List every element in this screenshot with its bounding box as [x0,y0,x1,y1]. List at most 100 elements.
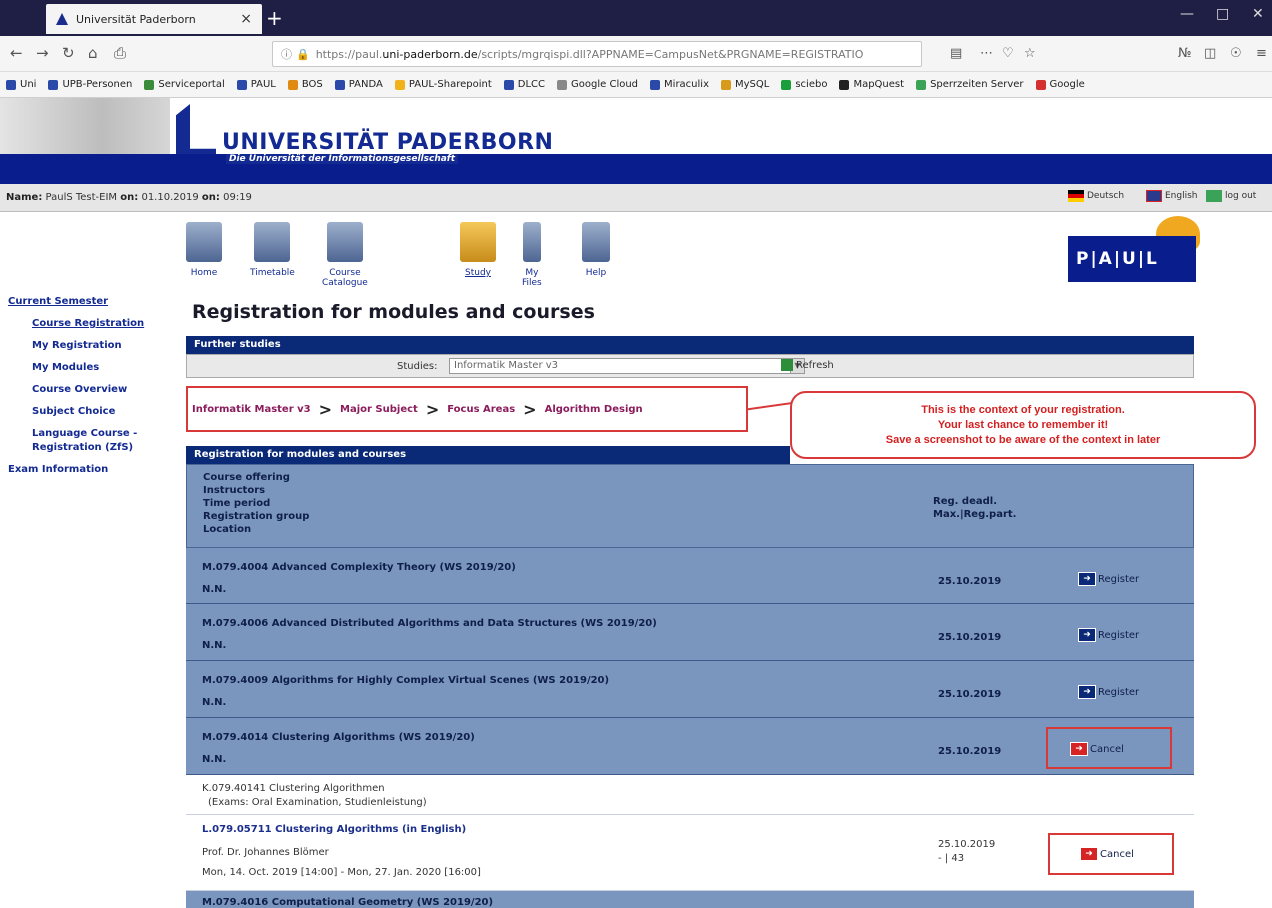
account-icon[interactable]: ☉ [1230,46,1242,61]
toolbar-help-label: Help [585,268,607,278]
bookmark-favicon-icon [334,79,345,90]
site-header: UNIVERSITÄT PADERBORN [0,98,1272,160]
breadcrumb-item-studies[interactable]: Informatik Master v3 [192,404,311,415]
browser-tab[interactable]: Universität Paderborn × [46,4,262,34]
university-logo-icon[interactable] [176,104,216,160]
module-title[interactable]: M.079.4014 Clustering Algorithms (WS 201… [202,732,475,743]
sidebar-item-my-modules[interactable]: My Modules [32,362,99,373]
print-icon[interactable]: ⎙ [114,44,126,62]
university-name[interactable]: UNIVERSITÄT PADERBORN [222,130,553,155]
minimize-icon[interactable]: — [1180,6,1194,22]
cancel-label: Cancel [1090,743,1124,755]
bookmark-item[interactable]: PAUL-Sharepoint [394,79,492,90]
university-favicon-icon [56,13,68,25]
bookmark-item[interactable]: MapQuest [839,79,904,90]
module-instructor: N.N. [202,640,227,651]
column-header-location: Location [203,524,252,535]
module-title[interactable]: M.079.4004 Advanced Complexity Theory (W… [202,562,516,573]
breadcrumb-item-algorithm-design[interactable]: Algorithm Design [545,404,643,415]
bookmark-item[interactable]: BOS [287,79,323,90]
sidebar-current-semester[interactable]: Current Semester [8,296,108,307]
bookmark-item[interactable]: Miraculix [650,79,709,90]
reg-deadline: 25.10.2019 [938,632,1002,643]
module-instructor: N.N. [202,584,227,595]
exam-row: K.079.40141 Clustering Algorithmen (Exam… [186,775,1194,815]
bookmark-item[interactable]: sciebo [781,79,827,90]
sidebar-exam-information[interactable]: Exam Information [8,464,108,475]
breadcrumb-separator: > [523,399,537,419]
cancel-button[interactable]: ➜ Cancel [1080,847,1134,861]
bookmark-item[interactable]: Sperrzeiten Server [916,79,1024,90]
sidebar-item-registration-zfs[interactable]: Registration (ZfS) [32,442,133,453]
maximize-icon[interactable]: □ [1216,6,1229,22]
column-header-course-offering: Course offering [203,472,290,483]
register-label: Register [1098,629,1140,641]
library-icon[interactable]: № [1178,46,1192,61]
refresh-button[interactable]: Refresh [781,359,834,371]
course-title[interactable]: L.079.05711 Clustering Algorithms (in En… [202,824,466,835]
close-window-icon[interactable]: ✕ [1252,6,1264,22]
sidebar-item-my-registration[interactable]: My Registration [32,340,122,351]
bookmark-item[interactable]: Google [1035,79,1085,90]
module-title[interactable]: M.079.4009 Algorithms for Highly Complex… [202,675,609,686]
bookmark-favicon-icon [721,79,731,90]
toolbar-help[interactable]: Help [582,222,610,278]
toolbar-course-catalogue[interactable]: Course Catalogue [322,222,368,288]
close-tab-icon[interactable]: × [240,11,252,27]
bookmark-item[interactable]: Serviceportal [144,79,225,90]
register-button[interactable]: ➜ Register [1078,628,1139,642]
register-button[interactable]: ➜ Register [1078,685,1139,699]
info-icon[interactable]: ⓘ [281,46,292,62]
university-slogan: Die Universität der Informationsgesellsc… [226,154,459,164]
back-icon[interactable]: ← [10,44,23,62]
logout-link[interactable]: log out [1206,190,1256,202]
lang-de-link[interactable]: Deutsch [1068,190,1124,202]
toolbar-timetable[interactable]: Timetable [250,222,295,278]
bookmark-item[interactable]: MySQL [721,79,769,90]
page-actions-icon[interactable]: ⋯ [980,46,993,61]
bookmark-favicon-icon [650,79,661,90]
lang-en-link[interactable]: English [1146,190,1198,202]
toolbar-course-catalogue-label: Course Catalogue [322,268,368,288]
sidebar-item-language-course[interactable]: Language Course - [32,428,137,439]
menu-icon[interactable]: ≡ [1256,46,1267,61]
sidebar-icon[interactable]: ◫ [1204,46,1216,61]
sidebar-item-course-registration[interactable]: Course Registration [32,318,144,329]
reload-icon[interactable]: ↻ [62,44,75,62]
address-bar[interactable]: ⓘ 🔒 https://paul. uni-paderborn.de /scri… [272,41,922,67]
paul-logo[interactable]: P|A|U|L [1068,236,1196,282]
bookmark-favicon-icon [6,79,16,90]
bookmark-label: Sperrzeiten Server [930,79,1024,90]
studies-select[interactable]: Informatik Master v3 ▼ [449,358,805,374]
breadcrumb-item-major-subject[interactable]: Major Subject [340,404,418,415]
pocket-icon[interactable]: ♡ [1002,46,1014,61]
reader-icon[interactable]: ▤ [950,46,962,61]
sidebar-item-subject-choice[interactable]: Subject Choice [32,406,115,417]
register-button[interactable]: ➜ Register [1078,572,1139,586]
toolbar-study[interactable]: Study [460,222,496,278]
header-bluebar: Die Universität der Informationsgesellsc… [0,154,1272,184]
sidebar-item-course-overview[interactable]: Course Overview [32,384,127,395]
bookmark-favicon-icon [144,79,155,90]
toolbar-my-files[interactable]: My Files [522,222,542,288]
cancel-button[interactable]: ➜ Cancel [1070,742,1124,756]
home-icon[interactable]: ⌂ [88,44,98,62]
bookmark-star-icon[interactable]: ☆ [1024,46,1036,61]
table-column-headers: Course offering Instructors Time period … [186,464,1194,548]
bookmark-item[interactable]: DLCC [503,79,546,90]
bookmark-item[interactable]: UPB-Personen [48,79,132,90]
module-title[interactable]: M.079.4006 Advanced Distributed Algorith… [202,618,657,629]
home-icon [186,222,222,262]
bookmark-label: UPB-Personen [62,79,133,90]
bookmark-item[interactable]: Google Cloud [557,79,638,90]
breadcrumb-item-focus-areas[interactable]: Focus Areas [447,404,515,415]
bookmark-item[interactable]: PANDA [334,79,383,90]
bookmark-item[interactable]: Uni [6,79,36,90]
new-tab-icon[interactable]: + [266,6,283,30]
bookmark-label: DLCC [517,79,546,90]
arrow-right-icon: ➜ [1078,572,1096,586]
toolbar-home[interactable]: Home [186,222,222,278]
forward-icon[interactable]: → [36,44,49,62]
bookmark-item[interactable]: PAUL [236,79,276,90]
module-title[interactable]: M.079.4016 Computational Geometry (WS 20… [202,897,493,908]
